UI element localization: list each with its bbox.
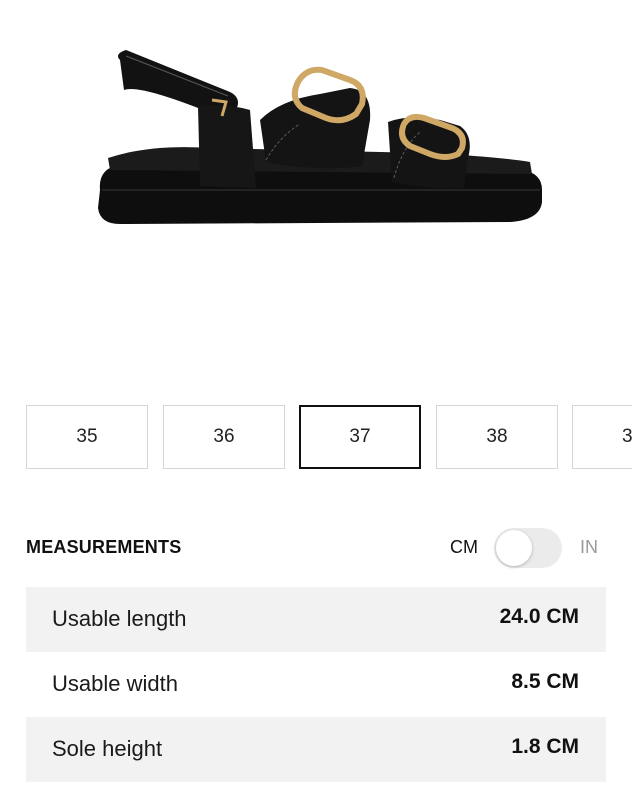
size-option[interactable]: 38: [436, 405, 558, 469]
unit-toggle[interactable]: [494, 528, 562, 568]
measurement-label: Sole height: [52, 736, 163, 761]
measurement-row: Sole height 1.8 CM: [26, 717, 606, 782]
size-selector: 35 36 37 38 39: [0, 405, 632, 471]
size-option[interactable]: 39: [572, 405, 632, 469]
measurement-value: 1.8 CM: [511, 735, 579, 758]
size-option[interactable]: 36: [163, 405, 285, 469]
sandal-image: [98, 50, 542, 224]
size-option-selected[interactable]: 37: [299, 405, 421, 469]
measurement-value: 8.5 CM: [511, 670, 579, 693]
measurements-header: MEASUREMENTS CM IN: [26, 522, 606, 572]
unit-in-label[interactable]: IN: [580, 537, 598, 558]
measurement-label: Usable width: [52, 671, 178, 696]
measurement-label: Usable length: [52, 606, 187, 631]
measurements-table: Usable length 24.0 CM Usable width 8.5 C…: [26, 587, 606, 782]
measurement-value: 24.0 CM: [499, 605, 579, 628]
measurement-row: Usable length 24.0 CM: [26, 587, 606, 652]
toggle-knob: [496, 530, 532, 566]
measurement-row: Usable width 8.5 CM: [26, 652, 606, 717]
measurements-title: MEASUREMENTS: [26, 537, 182, 557]
size-option[interactable]: 35: [26, 405, 148, 469]
unit-cm-label[interactable]: CM: [450, 537, 478, 558]
